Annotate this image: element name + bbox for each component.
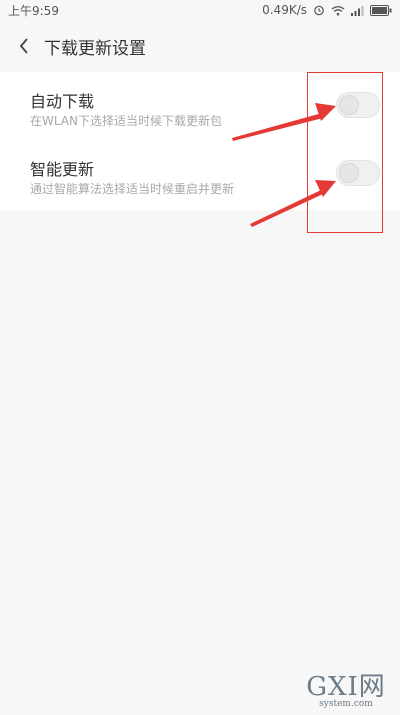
status-icons: 0.49K/s [262, 3, 392, 17]
setting-subtitle: 在WLAN下选择适当时候下载更新包 [30, 114, 223, 128]
network-speed: 0.49K/s [262, 3, 307, 17]
setting-title: 自动下载 [30, 92, 95, 111]
battery-icon [370, 4, 392, 16]
wifi-icon [331, 5, 345, 16]
status-bar: 上午9:59 0.49K/s [0, 0, 400, 20]
alarm-icon [313, 4, 325, 16]
setting-subtitle: 通过智能算法选择适当时候重启并更新 [30, 182, 235, 196]
page-title: 下载更新设置 [44, 38, 146, 59]
annotation-highlight-box [307, 72, 383, 233]
signal-icon [351, 5, 364, 16]
back-chevron-icon[interactable] [10, 32, 38, 60]
nav-bar: 下载更新设置 [0, 22, 400, 70]
watermark-logo: GXI网 [306, 672, 386, 702]
setting-title: 智能更新 [30, 160, 95, 179]
watermark: GXI网 system.com [300, 666, 392, 709]
status-time: 上午9:59 [8, 3, 59, 18]
